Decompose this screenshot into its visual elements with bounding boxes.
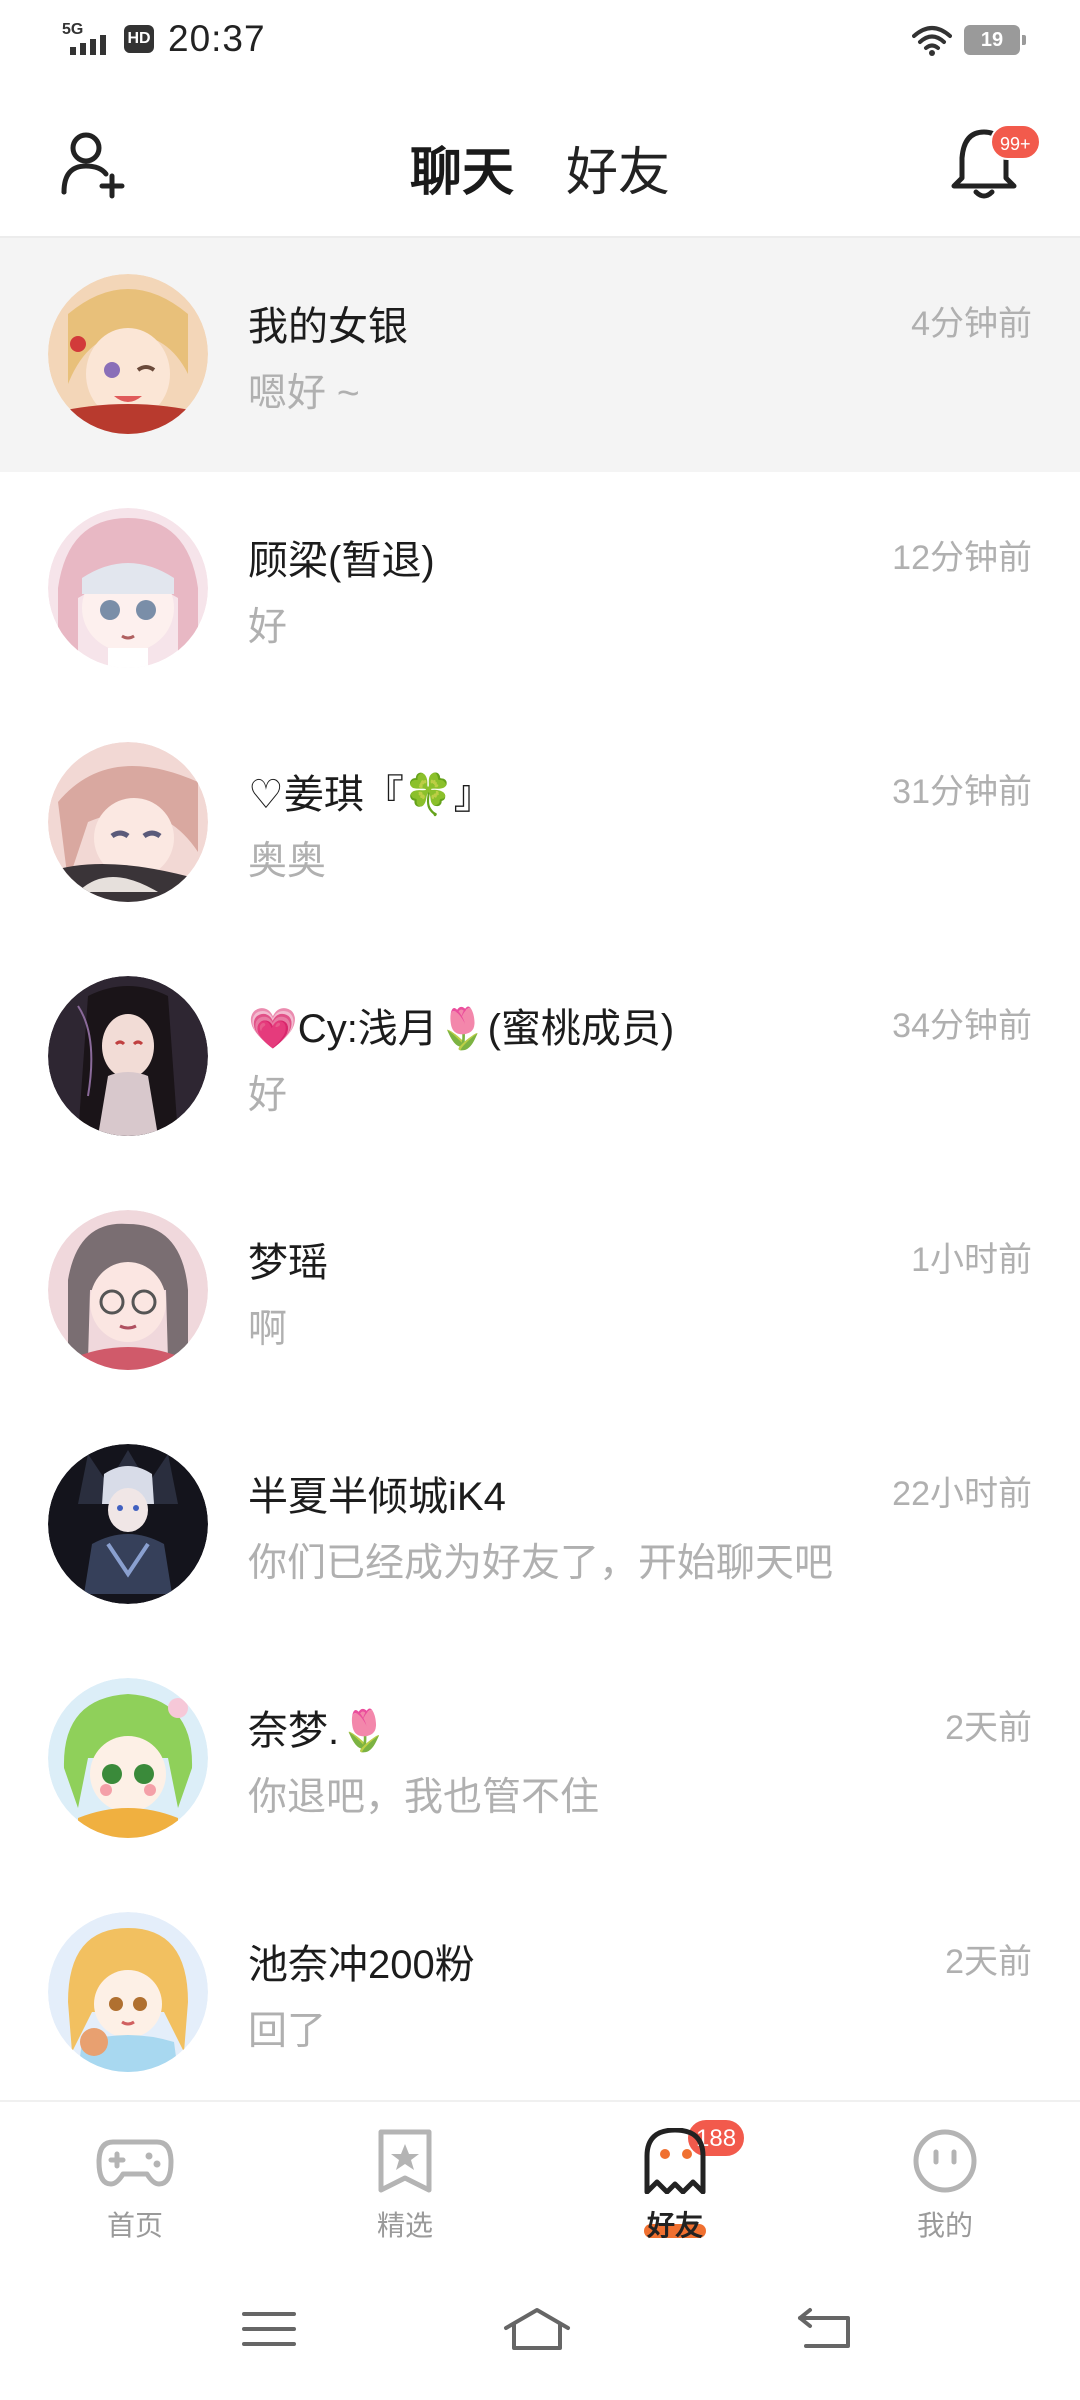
chat-name: 💗Cy:浅月🌷(蜜桃成员) <box>248 1007 675 1051</box>
chat-last-message: 奥奥 <box>248 840 327 883</box>
chat-time: 22小时前 <box>892 1475 1032 1513</box>
chat-name: 顾梁(暂退) <box>248 539 435 583</box>
star-bookmark-icon <box>378 2129 432 2193</box>
chat-list: 我的女银 4分钟前 嗯好 ~ 顾梁(暂退) 12分钟前 好 ♡姜琪『🍀』 31分… <box>0 238 1080 2100</box>
chat-last-message: 好 <box>248 1074 288 1117</box>
chat-last-message: 好 <box>248 606 288 649</box>
chat-row[interactable]: 半夏半倾城iK4 22小时前 你们已经成为好友了，开始聊天吧 <box>0 1408 1080 1642</box>
chat-name: 奈梦.🌷 <box>248 1709 389 1753</box>
wifi-icon <box>912 26 952 56</box>
chat-name: ♡姜琪『🍀』 <box>248 773 494 817</box>
tab-friends[interactable]: 好友 <box>566 130 670 205</box>
nav-label: 精选 <box>376 2210 433 2241</box>
menu-icon[interactable] <box>236 2304 306 2354</box>
chat-name: 池奈冲200粉 <box>248 1943 475 1987</box>
nav-featured[interactable]: 精选 <box>335 2128 475 2258</box>
nav-label: 好友 <box>646 2210 703 2241</box>
nav-mine[interactable]: 我的 <box>875 2128 1015 2258</box>
chat-name: 我的女银 <box>248 305 408 349</box>
avatar[interactable] <box>48 1678 208 1838</box>
nav-label: 我的 <box>916 2210 973 2241</box>
avatar[interactable] <box>48 274 208 434</box>
chat-time: 12分钟前 <box>892 539 1032 577</box>
chat-row[interactable]: 顾梁(暂退) 12分钟前 好 <box>0 472 1080 706</box>
nav-home[interactable]: 首页 <box>65 2128 205 2258</box>
avatar[interactable] <box>48 1444 208 1604</box>
chat-time: 1小时前 <box>911 1241 1032 1279</box>
avatar[interactable] <box>48 1912 208 2072</box>
face-icon <box>913 2129 977 2193</box>
signal-icon: 5G <box>62 19 110 59</box>
status-bar: 5G HD 20:37 19 <box>0 0 1080 90</box>
chat-last-message: 嗯好 ~ <box>248 372 360 415</box>
battery-icon: 19 <box>964 25 1026 55</box>
chat-row[interactable]: ♡姜琪『🍀』 31分钟前 奥奥 <box>0 706 1080 940</box>
chat-last-message: 啊 <box>248 1308 288 1351</box>
top-header: 聊天 好友 99+ <box>0 90 1080 276</box>
bottom-nav: 首页 精选 好友 188 我的 <box>0 2100 1080 2258</box>
chat-name: 梦瑶 <box>248 1241 328 1285</box>
avatar[interactable] <box>48 976 208 1136</box>
chat-tabs: 聊天 好友 <box>0 130 1080 276</box>
chat-row[interactable]: 我的女银 4分钟前 嗯好 ~ <box>0 238 1080 472</box>
notification-badge: 99+ <box>990 124 1041 160</box>
chat-time: 2天前 <box>945 1943 1032 1981</box>
chat-row[interactable]: 池奈冲200粉 2天前 回了 <box>0 1876 1080 2100</box>
chat-row[interactable]: 💗Cy:浅月🌷(蜜桃成员) 34分钟前 好 <box>0 940 1080 1174</box>
hd-icon: HD <box>124 25 154 53</box>
chat-row[interactable]: 梦瑶 1小时前 啊 <box>0 1174 1080 1408</box>
status-time: 20:37 <box>168 18 266 59</box>
chat-name: 半夏半倾城iK4 <box>248 1475 506 1519</box>
chat-row[interactable]: 奈梦.🌷 2天前 你退吧，我也管不住 <box>0 1642 1080 1876</box>
chat-time: 2天前 <box>945 1709 1032 1747</box>
system-nav-bar <box>0 2258 1080 2400</box>
avatar[interactable] <box>48 1210 208 1370</box>
ghost-icon <box>644 2128 706 2194</box>
gamepad-icon <box>96 2139 174 2187</box>
chat-last-message: 回了 <box>248 2010 327 2053</box>
home-icon[interactable] <box>502 2304 572 2354</box>
chat-last-message: 你退吧，我也管不住 <box>248 1776 600 1819</box>
avatar[interactable] <box>48 742 208 902</box>
chat-time: 4分钟前 <box>911 305 1032 343</box>
tab-chat[interactable]: 聊天 <box>410 130 514 205</box>
chat-time: 31分钟前 <box>892 773 1032 811</box>
chat-time: 34分钟前 <box>892 1007 1032 1045</box>
nav-label: 首页 <box>106 2210 163 2241</box>
avatar[interactable] <box>48 508 208 668</box>
chat-last-message: 你们已经成为好友了，开始聊天吧 <box>248 1542 834 1585</box>
back-icon[interactable] <box>790 2304 860 2354</box>
